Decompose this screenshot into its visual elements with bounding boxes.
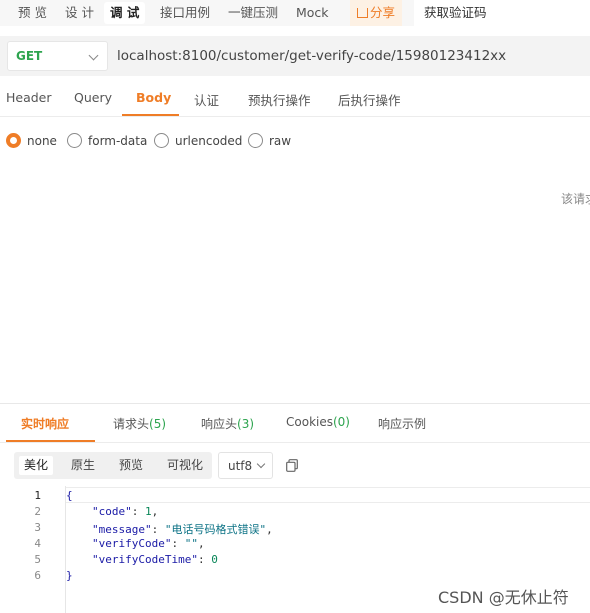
api-name-field[interactable]: 获取验证码 [414, 0, 590, 26]
json-key: "message" [92, 523, 152, 536]
mode-tab-mock[interactable]: Mock [290, 2, 335, 24]
radio-form-data-label: form-data [88, 134, 148, 148]
gutter-divider [65, 486, 66, 613]
request-headers-count: (5) [149, 417, 167, 431]
radio-form-data[interactable] [67, 133, 82, 148]
divider [0, 442, 590, 443]
tab-response-examples[interactable]: 响应示例 [378, 415, 426, 432]
json-line-verifycode: "verifyCode": "", [92, 537, 205, 550]
tab-request-headers[interactable]: 请求头(5) [113, 415, 166, 432]
radio-urlencoded-label: urlencoded [175, 134, 243, 148]
copy-icon[interactable] [286, 459, 298, 472]
response-headers-count: (3) [237, 417, 255, 431]
line-number: 5 [34, 553, 41, 566]
tab-pre-request[interactable]: 预执行操作 [248, 90, 311, 109]
json-key: "verifyCode" [92, 537, 172, 550]
json-line-message: "message": "电话号码格式错误", [92, 523, 273, 536]
method-select[interactable]: GET [7, 41, 108, 71]
mode-tab-debug[interactable]: 调 试 [104, 2, 146, 24]
method-label: GET [16, 49, 43, 63]
share-button[interactable]: 分享 [350, 0, 403, 26]
chevron-down-icon [88, 50, 99, 61]
json-key: "verifyCodeTime" [92, 553, 198, 566]
share-icon [357, 8, 368, 18]
tab-post-request[interactable]: 后执行操作 [338, 90, 401, 109]
json-open-brace: { [66, 489, 73, 502]
radio-raw-label: raw [269, 134, 292, 148]
tab-response-headers[interactable]: 响应头(3) [201, 415, 254, 432]
tab-header[interactable]: Header [6, 90, 52, 105]
body-hint-text: 该请求 [561, 192, 590, 206]
tab-query[interactable]: Query [74, 90, 112, 105]
line-number: 1 [34, 489, 41, 502]
watermark: CSDN @无休止符 [438, 588, 569, 607]
share-label: 分享 [370, 5, 396, 20]
divider [0, 116, 590, 117]
mode-tab-preview[interactable]: 预 览 [12, 2, 53, 24]
tab-auth[interactable]: 认证 [194, 90, 219, 109]
mode-tab-test-cases[interactable]: 接口用例 [154, 2, 216, 24]
encoding-label: utf8 [228, 459, 253, 473]
json-value: 1 [145, 505, 152, 518]
chevron-down-icon [256, 459, 266, 469]
line-number: 2 [34, 505, 41, 518]
mode-tab-stress-test[interactable]: 一键压测 [222, 2, 284, 24]
tab-body[interactable]: Body [136, 90, 171, 105]
view-mode-group: 美化 原生 预览 可视化 [14, 452, 212, 479]
view-mode-visualize[interactable]: 可视化 [162, 456, 208, 475]
view-mode-raw[interactable]: 原生 [66, 456, 100, 475]
radio-urlencoded[interactable] [154, 133, 169, 148]
cookies-count: (0) [332, 415, 350, 429]
radio-raw[interactable] [248, 133, 263, 148]
json-value: 0 [211, 553, 218, 566]
line-number: 4 [34, 537, 41, 550]
url-bar: GET localhost:8100/customer/get-verify-c… [0, 36, 590, 76]
json-key: "code" [92, 505, 132, 518]
response-divider [0, 403, 590, 404]
json-value: "" [184, 537, 198, 550]
view-mode-preview[interactable]: 预览 [114, 456, 148, 475]
tab-cookies[interactable]: Cookies(0) [286, 415, 350, 429]
line-number: 3 [34, 521, 41, 534]
json-close-brace: } [66, 569, 73, 582]
radio-none-label: none [27, 134, 57, 148]
json-line-verifycodetime: "verifyCodeTime": 0 [92, 553, 218, 566]
tab-cookies-label: Cookies [286, 415, 333, 429]
tab-response-headers-label: 响应头 [201, 417, 238, 431]
mode-tab-design[interactable]: 设 计 [59, 2, 100, 24]
encoding-select[interactable]: utf8 [218, 452, 273, 479]
url-input[interactable]: localhost:8100/customer/get-verify-code/… [117, 48, 506, 64]
radio-none[interactable] [6, 133, 21, 148]
line-number: 6 [34, 569, 41, 582]
json-value: "电话号码格式错误" [164, 523, 267, 536]
view-mode-pretty[interactable]: 美化 [19, 456, 54, 475]
json-line-code: "code": 1, [92, 505, 159, 518]
active-line-highlight [66, 487, 590, 503]
tab-realtime-response[interactable]: 实时响应 [21, 415, 69, 432]
tab-request-headers-label: 请求头 [113, 417, 150, 431]
